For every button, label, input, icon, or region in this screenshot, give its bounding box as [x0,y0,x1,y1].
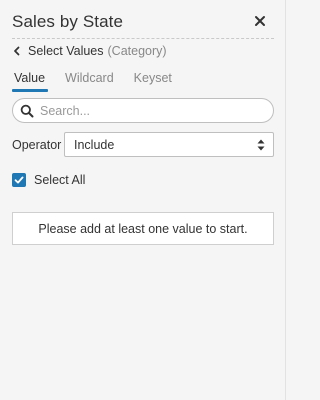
tab-value[interactable]: Value [11,71,49,92]
search-box [12,98,274,123]
tab-wildcard[interactable]: Wildcard [65,71,114,91]
operator-selected-value: Include [74,138,115,152]
chevron-left-icon [14,46,20,56]
panel-title: Sales by State [12,12,124,31]
close-icon [255,16,265,26]
operator-label: Operator [12,138,62,152]
breadcrumb-label: Select Values [28,44,104,58]
back-to-select-values[interactable]: Select Values (Category) [12,43,167,59]
close-button[interactable] [252,13,268,29]
empty-state-message: Please add at least one value to start. [12,212,274,245]
select-all-checkbox[interactable] [12,173,26,187]
filter-panel: Sales by State Select Values (Category) … [0,0,286,400]
select-all-label: Select All [34,173,86,187]
search-input[interactable] [40,103,260,118]
select-all-checkbox-row[interactable]: Select All [12,172,85,188]
up-down-arrows-icon [257,139,265,151]
checkmark-icon [14,176,24,184]
operator-select[interactable]: Include [64,132,274,157]
breadcrumb-sublabel: (Category) [107,44,167,58]
search-icon [20,104,34,117]
panel-header: Sales by State [12,10,274,39]
filter-tabs: Value Wildcard Keyset [11,71,192,93]
tab-keyset[interactable]: Keyset [134,71,172,91]
